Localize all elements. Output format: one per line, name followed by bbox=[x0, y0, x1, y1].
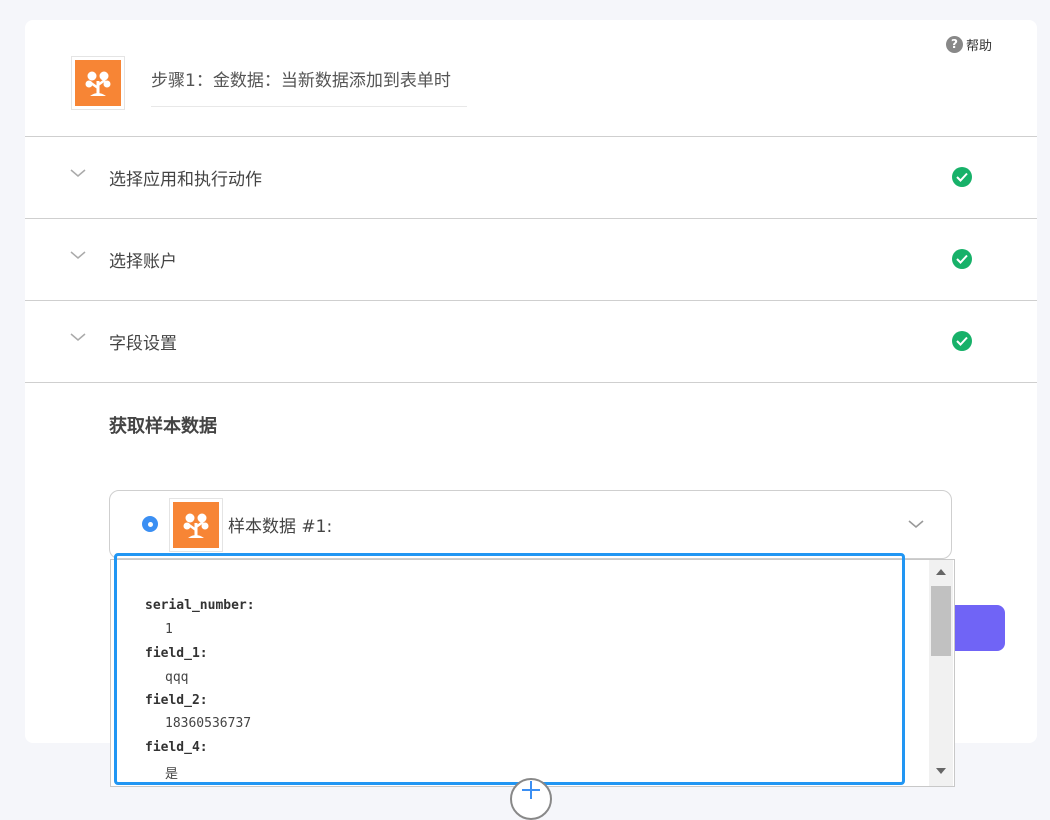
field-key: serial_number: bbox=[145, 598, 255, 613]
primary-button[interactable] bbox=[950, 605, 1005, 651]
step-title-input[interactable]: 步骤1：金数据：当新数据添加到表单时 bbox=[151, 60, 467, 107]
section-divider bbox=[25, 382, 1037, 383]
field-value: 18360536737 bbox=[165, 716, 252, 731]
sample-radio[interactable] bbox=[142, 516, 158, 532]
help-label: 帮助 bbox=[966, 38, 993, 54]
jinshuju-tree-icon bbox=[85, 71, 111, 96]
chevron-down-icon[interactable] bbox=[907, 518, 925, 530]
section-label: 选择应用和执行动作 bbox=[109, 170, 262, 190]
help-link[interactable]: ? 帮助 bbox=[946, 35, 993, 54]
scroll-thumb[interactable] bbox=[931, 586, 951, 656]
app-logo bbox=[71, 56, 125, 110]
section-field-settings[interactable]: 字段设置 bbox=[25, 300, 1037, 382]
field-value: 是 bbox=[165, 767, 179, 782]
chevron-down-icon bbox=[70, 333, 86, 341]
section-account[interactable]: 选择账户 bbox=[25, 218, 1037, 300]
check-circle-icon bbox=[952, 331, 972, 351]
scroll-down-icon[interactable] bbox=[936, 768, 946, 774]
check-circle-icon bbox=[952, 249, 972, 269]
add-step-button[interactable] bbox=[510, 778, 552, 820]
field-key: field_1: bbox=[145, 646, 208, 661]
sample-data-panel[interactable]: serial_number: 1 field_1: qqq field_2: 1… bbox=[110, 559, 955, 787]
section-label: 选择账户 bbox=[109, 252, 177, 272]
field-key: field_2: bbox=[145, 693, 208, 708]
field-key: field_4: bbox=[145, 740, 208, 755]
check-circle-icon bbox=[952, 167, 972, 187]
chevron-down-icon bbox=[70, 169, 86, 177]
section-label: 字段设置 bbox=[109, 334, 177, 354]
sample-selected-label: 样本数据 #1: bbox=[228, 517, 333, 537]
field-value: 1 bbox=[165, 622, 173, 637]
panel-scrollbar[interactable] bbox=[929, 560, 953, 786]
sample-fields: serial_number: 1 field_1: qqq field_2: 1… bbox=[111, 560, 929, 786]
sample-data-heading: 获取样本数据 bbox=[109, 416, 217, 437]
section-app-action[interactable]: 选择应用和执行动作 bbox=[25, 136, 1037, 218]
scroll-up-icon[interactable] bbox=[936, 569, 946, 575]
sample-data-select[interactable]: 样本数据 #1: bbox=[109, 490, 952, 559]
app-logo bbox=[169, 498, 223, 552]
field-value: qqq bbox=[165, 670, 189, 685]
chevron-down-icon bbox=[70, 251, 86, 259]
question-circle-icon: ? bbox=[946, 35, 963, 53]
jinshuju-tree-icon bbox=[183, 513, 209, 538]
